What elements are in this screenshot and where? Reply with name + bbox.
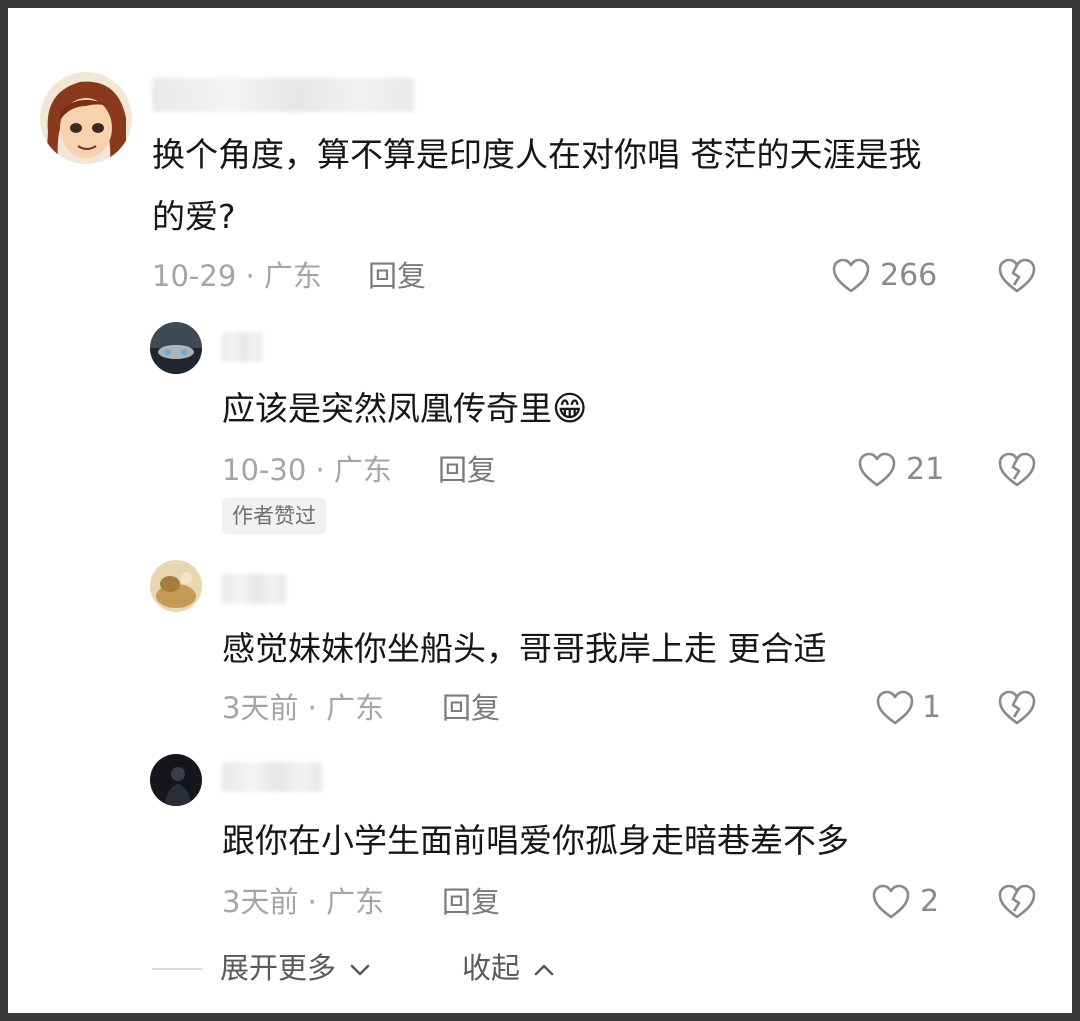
avatar-car-dashboard-icon [150, 322, 202, 374]
dislike-button[interactable] [998, 884, 1036, 922]
reply-meta: 3天前 · 广东 [222, 691, 385, 725]
divider-line [152, 968, 202, 970]
like-button[interactable]: 1 [876, 688, 942, 728]
dislike-button[interactable] [998, 452, 1036, 490]
grin-emoji: 😁 [552, 389, 588, 429]
username-blurred[interactable] [222, 332, 262, 362]
avatar[interactable] [150, 560, 202, 612]
like-button[interactable]: 21 [858, 450, 945, 490]
like-count: 266 [880, 258, 938, 293]
heart-outline-icon [876, 690, 914, 725]
reply-text: 跟你在小学生面前唱爱你孤身走暗巷差不多 [222, 821, 849, 860]
comment-meta: 10-29 · 广东 [152, 259, 322, 293]
like-button[interactable]: 266 [832, 256, 942, 296]
reply-button[interactable]: 回复 [442, 882, 500, 922]
reply-button[interactable]: 回复 [442, 688, 500, 728]
dislike-button[interactable] [998, 690, 1036, 728]
like-button[interactable]: 2 [872, 882, 942, 922]
comment-text-line: 的爱? [152, 197, 236, 236]
collapse-button[interactable]: 收起 [462, 948, 555, 988]
avatar[interactable] [150, 322, 202, 374]
collapse-label: 收起 [462, 951, 521, 985]
reply-meta: 3天前 · 广东 [222, 885, 385, 919]
expand-more-button[interactable]: 展开更多 [220, 948, 371, 988]
author-liked-badge: 作者赞过 [222, 498, 326, 534]
dislike-button[interactable] [998, 258, 1036, 296]
avatar-cartoon-icon [40, 72, 132, 164]
chevron-up-icon [534, 964, 554, 976]
like-count: 2 [920, 884, 940, 919]
like-count: 1 [922, 690, 942, 725]
reply-text: 应该是突然凤凰传奇里😁 [222, 378, 587, 440]
username-blurred[interactable] [222, 762, 322, 792]
expand-more-label: 展开更多 [220, 951, 337, 985]
heart-outline-icon [832, 258, 870, 293]
reply-meta: 10-30 · 广东 [222, 453, 392, 487]
reply-button[interactable]: 回复 [438, 450, 496, 490]
reply-button[interactable]: 回复 [368, 256, 426, 296]
reply-text-content: 应该是突然凤凰传奇里 [222, 389, 552, 428]
avatar[interactable] [150, 754, 202, 806]
comment-thread: 换个角度，算不算是印度人在对你唱 苍茫的天涯是我 的爱? 10-29 · 广东 … [8, 8, 1072, 1013]
broken-heart-icon [998, 452, 1036, 487]
reply-text: 感觉妹妹你坐船头，哥哥我岸上走 更合适 [222, 629, 827, 668]
broken-heart-icon [998, 258, 1036, 293]
broken-heart-icon [998, 884, 1036, 919]
comment-text: 换个角度，算不算是印度人在对你唱 苍茫的天涯是我 的爱? [152, 124, 922, 248]
broken-heart-icon [998, 690, 1036, 725]
heart-outline-icon [858, 452, 896, 487]
chevron-down-icon [350, 964, 370, 976]
avatar[interactable] [40, 72, 132, 164]
heart-outline-icon [872, 884, 910, 919]
avatar-photo-icon [150, 560, 202, 612]
avatar-dark-photo-icon [150, 754, 202, 806]
comment-text-line: 换个角度，算不算是印度人在对你唱 苍茫的天涯是我 [152, 135, 922, 174]
like-count: 21 [906, 452, 945, 487]
username-blurred[interactable] [222, 574, 286, 604]
username-blurred[interactable] [152, 78, 414, 112]
